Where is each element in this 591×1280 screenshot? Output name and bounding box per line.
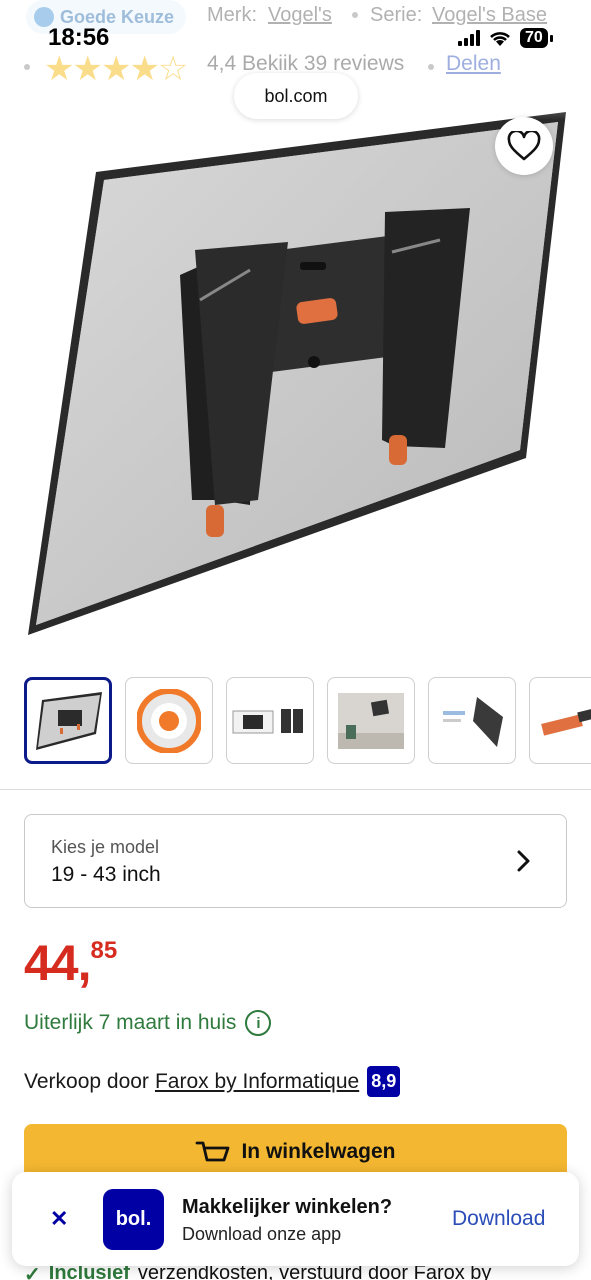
bol-app-logo: bol. bbox=[103, 1189, 164, 1250]
thumbnail-life-time-guarantee[interactable] bbox=[125, 677, 213, 764]
heart-icon bbox=[507, 131, 541, 161]
seller-link[interactable]: Farox by Informatique bbox=[155, 1070, 359, 1094]
thumbnail-image bbox=[36, 691, 102, 750]
status-icons: 70 bbox=[458, 27, 553, 49]
banner-title: Makkelijker winkelen? bbox=[182, 1196, 393, 1218]
model-label: Kies je model bbox=[51, 837, 160, 857]
battery-icon: 70 bbox=[520, 28, 548, 48]
series-value[interactable]: Vogel's Base bbox=[432, 4, 547, 26]
separator-dot bbox=[428, 64, 434, 70]
favorite-button[interactable] bbox=[495, 117, 553, 175]
info-icon[interactable]: i bbox=[245, 1010, 272, 1036]
delivery-text: Uiterlijk 7 maart in huis bbox=[24, 1011, 237, 1034]
delivery-estimate: Uiterlijk 7 maart in huis i bbox=[24, 1010, 272, 1036]
banner-subtitle: Download onze app bbox=[182, 1224, 342, 1244]
chevron-right-icon bbox=[517, 850, 530, 872]
series-link[interactable]: Vogel's Base bbox=[432, 4, 547, 27]
cart-icon bbox=[196, 1141, 230, 1162]
thumbnail-wall-mount-front[interactable] bbox=[24, 677, 112, 764]
thumbnail-strip[interactable] bbox=[24, 677, 591, 764]
status-time: 18:56 bbox=[48, 24, 110, 51]
price: 44,85 bbox=[24, 934, 117, 992]
star-rating-icon: ★★★★☆ bbox=[44, 50, 188, 88]
model-selector[interactable]: Kies je model 19 - 43 inch bbox=[24, 814, 567, 908]
share-link[interactable]: Delen bbox=[446, 52, 501, 76]
download-button[interactable]: Download bbox=[452, 1207, 545, 1231]
thumbnail-tilt-side-view[interactable] bbox=[428, 677, 516, 764]
series-label: Serie: bbox=[370, 4, 423, 26]
seller-row: Verkoop door Farox by Informatique 8,9 bbox=[24, 1066, 401, 1097]
seller-score-badge: 8,9 bbox=[367, 1066, 401, 1097]
seller-prefix: Verkoop door bbox=[24, 1069, 149, 1093]
close-icon[interactable]: ✕ bbox=[50, 1206, 68, 1232]
wifi-icon bbox=[490, 32, 510, 46]
brand-link[interactable]: Vogel's bbox=[268, 4, 332, 27]
brand-label: Merk: bbox=[207, 4, 257, 26]
price-cents: 85 bbox=[90, 937, 118, 964]
thumbnail-image bbox=[338, 692, 404, 749]
model-value: 19 - 43 inch bbox=[51, 863, 161, 886]
thumbnail-image bbox=[443, 696, 503, 747]
thumbnail-image bbox=[137, 688, 201, 753]
thumbnail-mount-closeup[interactable] bbox=[529, 677, 591, 764]
separator-dot bbox=[24, 64, 30, 70]
signal-icon bbox=[458, 30, 480, 46]
thumbnail-image bbox=[232, 708, 303, 733]
app-download-banner: ✕ bol. Makkelijker winkelen? Download on… bbox=[12, 1172, 579, 1266]
product-image[interactable] bbox=[0, 100, 591, 660]
section-divider bbox=[0, 789, 591, 790]
thumbnail-room-photo[interactable] bbox=[327, 677, 415, 764]
battery-tip bbox=[549, 34, 553, 42]
separator-dot bbox=[352, 12, 358, 18]
price-whole: 44, bbox=[24, 935, 92, 991]
url-bar[interactable]: bol.com bbox=[234, 73, 358, 119]
brand-value[interactable]: Vogel's bbox=[268, 4, 332, 26]
thumbnail-product-details[interactable] bbox=[226, 677, 314, 764]
thumbnail-image bbox=[541, 705, 591, 736]
